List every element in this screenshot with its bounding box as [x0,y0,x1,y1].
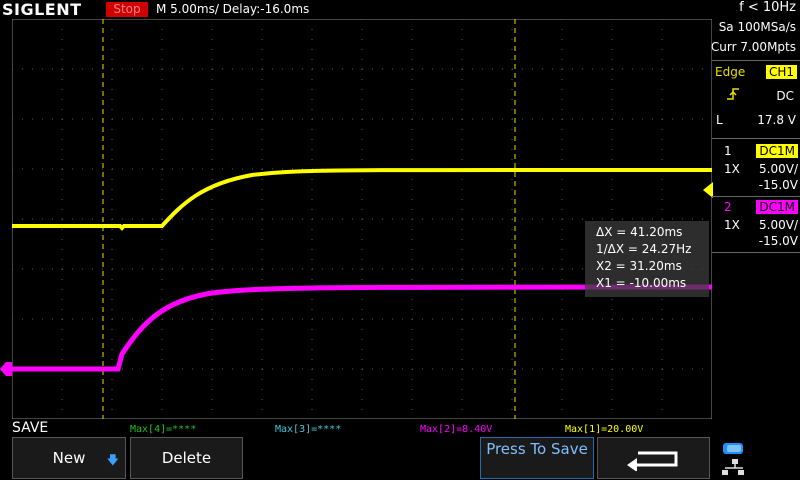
ch2-coupling: DC1M [756,200,798,214]
ch1-coupling: DC1M [756,144,798,158]
brand-logo: SIGLENT [2,0,82,19]
trigger-level-value: 17.8 V [757,113,796,127]
trigger-panel[interactable]: Edge CH1 DC L 17.8 V [712,60,800,140]
cursor-readout-panel: ΔX = 41.20ms 1/ΔX = 24.27Hz X2 = 31.20ms… [585,221,709,297]
ch1-offset: -15.0V [758,178,798,192]
measure-max3: Max[3]=**** [275,424,342,435]
ch2-probe: 1X [724,218,740,232]
trigger-coupling: DC [776,89,794,103]
ch2-offset: -15.0V [758,234,798,248]
ch1-probe: 1X [724,162,740,176]
ch2-scale: 5.00V/ [759,218,798,232]
rising-edge-icon [727,88,739,100]
waveform-display[interactable] [12,19,712,419]
back-button[interactable] [597,437,710,479]
press-to-save-label: Press To Save [486,440,588,458]
cursor-inverse-delta-x: 1/ΔX = 24.27Hz [596,242,692,256]
trigger-type: Edge [715,65,746,79]
cursor-delta-x: ΔX = 41.20ms [596,225,683,239]
measure-max1: Max[1]=20.00V [565,424,644,435]
cursor-x2-value: X2 = 31.20ms [596,259,682,273]
new-button[interactable]: New 🡇 [12,437,126,479]
usb-network-icon [722,443,744,475]
timebase-readout: M 5.00ms/ Delay:-16.0ms [156,2,310,16]
frequency-counter: f < 10Hz [739,0,796,15]
trigger-level-label: L [716,113,723,127]
ch2-number: 2 [724,200,732,214]
run-state-badge[interactable]: Stop [106,2,148,17]
ch2-settings-panel[interactable]: 2 DC1M 1X 5.00V/ -15.0V [712,196,800,252]
menu-title: SAVE [12,420,49,436]
delete-button[interactable]: Delete [130,437,243,479]
panel-divider [712,138,800,139]
new-label: New [52,449,86,467]
sample-rate: Sa 100MSa/s [718,20,796,34]
measure-max2: Max[2]=8.40V [420,424,493,435]
delete-label: Delete [161,449,212,467]
ch1-number: 1 [724,144,732,158]
panel-divider [712,252,800,253]
press-to-save-button[interactable]: Press To Save [480,437,594,479]
chevron-down-icon: 🡇 [106,453,119,467]
trigger-source: CH1 [765,65,797,79]
memory-depth: Curr 7.00Mpts [710,40,796,54]
ch1-scale: 5.00V/ [759,162,798,176]
measure-max4: Max[4]=**** [130,424,197,435]
ch2-offset-marker[interactable] [0,362,12,376]
return-arrow-icon [627,451,678,471]
ch1-settings-panel[interactable]: 1 DC1M 1X 5.00V/ -15.0V [712,140,800,196]
cursor-x1-value: X1 = -10.00ms [596,276,687,290]
